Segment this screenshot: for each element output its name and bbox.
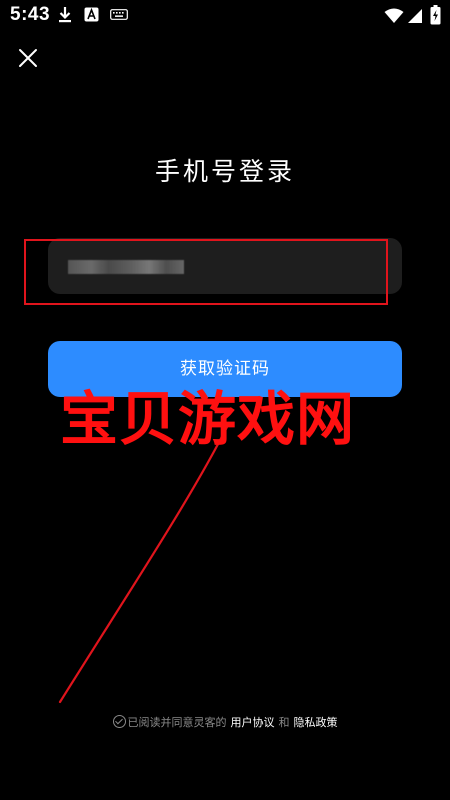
page-title: 手机号登录 <box>154 157 295 186</box>
keyboard-icon <box>110 9 128 20</box>
signal-icon <box>408 9 422 23</box>
watermark-text: 宝贝游戏网 <box>60 385 356 453</box>
login-screen: 5:43 手机号登录 获取验证码 宝贝游戏网 已阅读并同意灵客的 用户协议 和 … <box>0 0 450 800</box>
a-notification-icon <box>84 7 99 22</box>
agree-checkbox[interactable] <box>112 715 126 728</box>
agreement-and: 和 <box>278 716 290 729</box>
battery-charging-icon <box>430 5 441 25</box>
status-time: 5:43 <box>10 4 51 25</box>
status-bar: 5:43 <box>0 0 450 32</box>
privacy-policy-link[interactable]: 隐私政策 <box>294 716 338 729</box>
obscured-phone-number <box>68 260 184 274</box>
user-agreement-link[interactable]: 用户协议 <box>231 716 275 729</box>
download-icon <box>59 7 71 23</box>
agreement-row: 已阅读并同意灵客的 用户协议和隐私政策 <box>0 714 450 730</box>
agreement-prefix: 已阅读并同意灵客的 <box>127 716 227 729</box>
close-icon[interactable] <box>14 44 42 72</box>
phone-number-input[interactable] <box>48 238 402 294</box>
wifi-icon <box>384 8 404 23</box>
